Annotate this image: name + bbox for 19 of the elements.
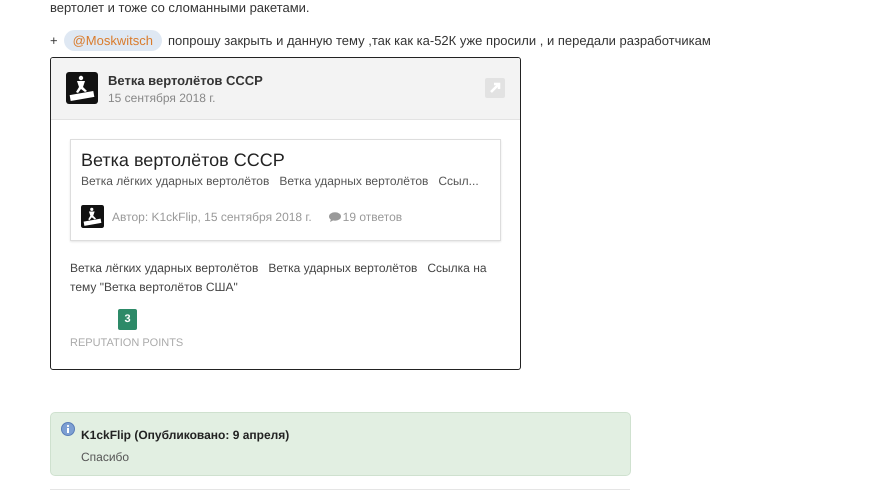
embed-title-link[interactable]: Ветка вертолётов СССР	[108, 73, 475, 88]
info-icon	[61, 422, 75, 436]
embed-text: Ветка лёгких ударных вертолётов Ветка ударных вертолётов Ссылка на тему "Ветка вертолётов США"	[70, 260, 488, 296]
reputation-badge: 3	[118, 309, 137, 330]
topic-title-link[interactable]: Ветка вертолётов СССР	[81, 150, 490, 171]
note-title: K1ckFlip (Опубликовано: 9 апреля)	[81, 428, 290, 442]
avatar-icon	[66, 72, 98, 104]
embed-date: 15 сентября 2018 г.	[108, 91, 216, 105]
post-text: попрошу закрыть и данную тему ,так как ка-52К уже просили , и передали разработчикам	[168, 32, 711, 48]
replies-count: 19 ответов	[328, 210, 402, 224]
post-text: вертолет и тоже со сломанными ракетами.	[50, 0, 311, 15]
note-text: Спасибо	[81, 450, 130, 464]
plus-sign: +	[50, 32, 58, 48]
topic-snippet: Ветка лёгких ударных вертолётов Ветка ударных вертолётов Ссыл...	[81, 174, 480, 188]
reputation-label: REPUTATION POINTS	[70, 337, 184, 349]
author-text: Автор: K1ckFlip, 15 сентября 2018 г.	[112, 210, 312, 224]
avatar-icon	[81, 205, 104, 228]
external-link-icon[interactable]	[485, 78, 505, 98]
speech-bubble-icon	[328, 212, 341, 222]
